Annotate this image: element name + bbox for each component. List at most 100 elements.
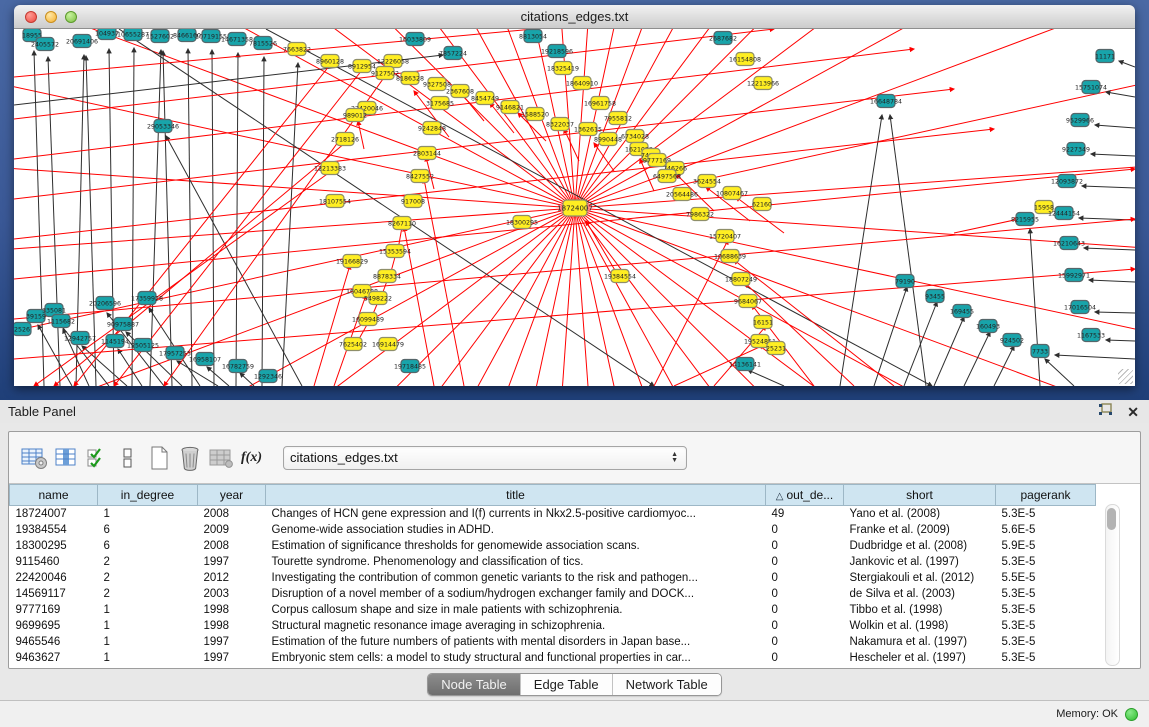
table-cell[interactable]: 0 — [766, 538, 844, 554]
network-node[interactable]: 18325419 — [547, 62, 579, 75]
clear-selection-icon[interactable] — [112, 442, 143, 474]
table-cell[interactable]: 9465546 — [10, 634, 98, 650]
table-cell[interactable]: 0 — [766, 618, 844, 634]
network-node[interactable]: 16210643 — [1053, 237, 1085, 250]
delete-columns-icon[interactable] — [174, 442, 205, 474]
network-node[interactable]: 8267110 — [388, 217, 416, 230]
table-cell[interactable]: 1997 — [198, 554, 266, 570]
table-row[interactable]: 1456911722003Disruption of a novel membe… — [10, 586, 1096, 602]
close-panel-icon[interactable]: ✕ — [1127, 405, 1139, 419]
network-node[interactable]: 10655287 — [117, 29, 149, 41]
network-node[interactable]: 1588520 — [521, 108, 549, 121]
table-cell[interactable]: 5.3E-5 — [996, 650, 1096, 666]
table-cell[interactable]: Estimation of significance thresholds fo… — [266, 538, 766, 554]
network-node[interactable]: 9146821 — [496, 101, 524, 114]
table-row[interactable]: 2242004622012Investigating the contribut… — [10, 570, 1096, 586]
table-cell[interactable]: 2 — [98, 554, 198, 570]
network-node[interactable]: 8322037 — [546, 118, 574, 131]
table-scrollbar-thumb[interactable] — [1107, 508, 1116, 530]
network-node[interactable]: 8813054 — [519, 30, 547, 43]
table-cell[interactable]: 9777169 — [10, 602, 98, 618]
table-cell[interactable]: Estimation of the future numbers of pati… — [266, 634, 766, 650]
network-node[interactable]: 16154808 — [729, 53, 761, 66]
table-cell[interactable]: 6 — [98, 538, 198, 554]
column-header-short[interactable]: short — [844, 485, 996, 506]
table-cell[interactable]: 2012 — [198, 570, 266, 586]
network-node[interactable]: 2526 — [14, 323, 31, 336]
table-row[interactable]: 911546021997Tourette syndrome. Phenomeno… — [10, 554, 1096, 570]
table-cell[interactable]: Franke et al. (2009) — [844, 522, 996, 538]
network-node[interactable]: 25231 — [766, 342, 786, 355]
network-node[interactable]: 12226058 — [377, 55, 409, 68]
tab-node-table[interactable]: Node Table — [428, 674, 521, 695]
table-row[interactable]: 1938455462009Genome-wide association stu… — [10, 522, 1096, 538]
table-cell[interactable]: Corpus callosum shape and size in male p… — [266, 602, 766, 618]
network-node[interactable]: 7733 — [1031, 345, 1049, 358]
table-cell[interactable]: Disruption of a novel member of a sodium… — [266, 586, 766, 602]
network-node[interactable]: 16958107 — [189, 353, 221, 366]
table-cell[interactable]: 0 — [766, 570, 844, 586]
network-node[interactable]: 7986322 — [686, 208, 714, 221]
network-node[interactable]: 7663822 — [283, 43, 311, 56]
table-cell[interactable]: 22420046 — [10, 570, 98, 586]
network-node[interactable]: 917008 — [401, 195, 425, 208]
network-node[interactable]: 7625402 — [339, 338, 367, 351]
network-node[interactable]: 8960128 — [316, 55, 344, 68]
table-cell[interactable]: Changes of HCN gene expression and I(f) … — [266, 506, 766, 523]
table-cell[interactable]: 0 — [766, 554, 844, 570]
table-cell[interactable]: 1 — [98, 602, 198, 618]
network-node[interactable]: 16033809 — [399, 33, 431, 46]
table-cell[interactable]: 1 — [98, 650, 198, 666]
column-header-name[interactable]: name — [10, 485, 98, 506]
table-cell[interactable]: 2008 — [198, 538, 266, 554]
network-node[interactable]: 7955812 — [604, 112, 632, 125]
table-row[interactable]: 1872400712008Changes of HCN gene express… — [10, 506, 1096, 523]
network-node[interactable]: 989012 — [343, 109, 367, 122]
network-node[interactable]: 18107554 — [319, 195, 351, 208]
network-node[interactable]: 1167533 — [1077, 329, 1105, 342]
network-node[interactable]: 17957255 — [159, 347, 191, 360]
table-cell[interactable]: Structural magnetic resonance image aver… — [266, 618, 766, 634]
network-node[interactable]: 17016504 — [1064, 301, 1096, 314]
network-node[interactable]: 16648784 — [870, 95, 902, 108]
network-node[interactable]: 19384554 — [604, 270, 636, 283]
network-node[interactable]: 14136141 — [729, 358, 761, 371]
column-header-in_degree[interactable]: in_degree — [98, 485, 198, 506]
table-row[interactable]: 969969511998Structural magnetic resonanc… — [10, 618, 1096, 634]
network-node[interactable]: 20691406 — [66, 35, 98, 48]
table-cell[interactable]: 5.3E-5 — [996, 602, 1096, 618]
network-node[interactable]: 9227349 — [1062, 143, 1090, 156]
table-cell[interactable]: Investigating the contribution of common… — [266, 570, 766, 586]
network-node[interactable]: 16151 — [753, 316, 773, 329]
network-node[interactable]: 2718126 — [331, 133, 359, 146]
table-cell[interactable]: Stergiakouli et al. (2012) — [844, 570, 996, 586]
function-builder-icon[interactable]: f(x) — [236, 442, 267, 474]
network-node[interactable]: 17359928 — [131, 292, 163, 305]
network-node[interactable]: 16782759 — [222, 360, 254, 373]
network-node[interactable]: 62160 — [752, 198, 772, 211]
table-cell[interactable]: 49 — [766, 506, 844, 523]
table-cell[interactable]: 5.3E-5 — [996, 506, 1096, 523]
tab-network-table[interactable]: Network Table — [613, 674, 721, 695]
table-cell[interactable]: 5.3E-5 — [996, 634, 1096, 650]
select-all-rows-icon[interactable] — [81, 442, 112, 474]
table-cell[interactable]: Wolkin et al. (1998) — [844, 618, 996, 634]
create-column-icon[interactable] — [143, 442, 174, 474]
table-row[interactable]: 946554611997Estimation of the future num… — [10, 634, 1096, 650]
network-node[interactable]: 15992971 — [1058, 269, 1090, 282]
column-header-pagerank[interactable]: pagerank — [996, 485, 1096, 506]
table-cell[interactable]: 0 — [766, 602, 844, 618]
network-node[interactable]: 1292346 — [254, 370, 282, 383]
table-row[interactable]: 946362711997Embryonic stem cells: a mode… — [10, 650, 1096, 666]
table-cell[interactable]: Hescheler et al. (1997) — [844, 650, 996, 666]
network-node[interactable]: 15353594 — [379, 245, 411, 258]
table-selector[interactable]: citations_edges.txt▲▼ — [283, 446, 687, 470]
table-cell[interactable]: 0 — [766, 650, 844, 666]
table-cell[interactable]: Tibbo et al. (1998) — [844, 602, 996, 618]
network-node[interactable]: 7857224 — [439, 47, 467, 60]
network-node[interactable]: 19718485 — [394, 360, 426, 373]
network-node[interactable]: 10688639 — [714, 250, 746, 263]
network-hub-node[interactable]: 18724007 — [557, 200, 593, 216]
table-cell[interactable]: 19384554 — [10, 522, 98, 538]
table-cell[interactable]: 2 — [98, 586, 198, 602]
